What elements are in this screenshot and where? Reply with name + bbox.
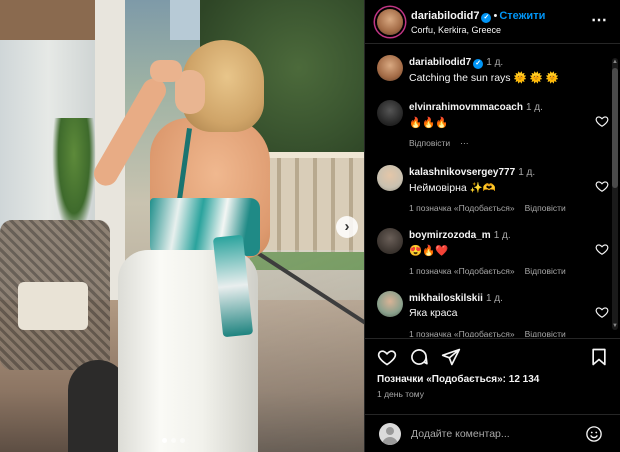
comment-username[interactable]: boymirzozoda_m (409, 230, 491, 241)
comment-heart-icon[interactable] (595, 179, 609, 193)
photo-glass-railing (248, 250, 364, 452)
comments-list[interactable]: dariabilodid7 ✓ 1 д. Catching the sun rays… (365, 45, 620, 337)
verified-icon: ✓ (473, 59, 484, 69)
carousel-dot-active (162, 438, 167, 443)
share-icon[interactable] (441, 347, 461, 367)
comment-heart-icon[interactable] (595, 305, 609, 319)
post-time[interactable]: 1 день тому (377, 389, 424, 399)
comment-text: Неймовірна ✨🫶 (409, 182, 496, 194)
comment-username[interactable]: elvinrahimovmmacoach (409, 102, 523, 113)
reply-button[interactable]: Відповісти (409, 138, 450, 148)
caption-text: Catching the sun rays 🌞 🌞 🌞 (409, 72, 559, 84)
comment-avatar[interactable] (377, 165, 403, 191)
carousel-dot (171, 438, 176, 443)
scroll-up-icon[interactable]: ▲ (612, 58, 618, 66)
reply-button[interactable]: Відповісти (525, 203, 566, 213)
post-details-panel: dariabilodid7 ✓ • Стежити Corfu, Kerkira, G… (364, 0, 620, 452)
comment-heart-icon[interactable] (595, 114, 609, 128)
comment-avatar[interactable] (377, 291, 403, 317)
comment-avatar[interactable] (377, 228, 403, 254)
comments-scrollbar[interactable]: ▲ ▼ (612, 58, 618, 330)
photo-wall-top (0, 0, 95, 40)
carousel-dots (162, 438, 185, 443)
comment-time: 1 д. (525, 102, 543, 113)
chevron-right-icon[interactable]: › (336, 216, 358, 238)
comment-text: Яка краса (409, 307, 458, 319)
comment-more-icon[interactable]: ⋯ (460, 138, 469, 148)
comment-meta: 1 позначка «Подобається» Відповісти (409, 266, 576, 276)
heart-icon[interactable] (377, 347, 397, 367)
more-icon[interactable]: ⋯ (591, 10, 607, 30)
comment-username[interactable]: kalashnikovsergey777 (409, 167, 515, 178)
comment-time: 1 д. (485, 293, 503, 304)
current-user-avatar (379, 423, 401, 445)
comment-likes[interactable]: 1 позначка «Подобається» (409, 266, 515, 276)
bookmark-icon[interactable] (589, 347, 609, 367)
carousel-dot (180, 438, 185, 443)
scroll-down-icon[interactable]: ▼ (612, 322, 618, 330)
caption-header: dariabilodid7 ✓ 1 д. (409, 57, 503, 69)
comment-time: 1 д. (493, 230, 511, 241)
comment-meta: Відповісти ⋯ (409, 138, 479, 149)
caption-avatar[interactable] (377, 55, 403, 81)
photo-cushion (18, 282, 88, 330)
post-photo[interactable]: › (0, 0, 364, 452)
post-header: dariabilodid7 ✓ • Стежити Corfu, Kerkira, G… (365, 0, 620, 44)
comment-username[interactable]: mikhailoskilskii (409, 293, 483, 304)
comment-icon[interactable] (409, 347, 429, 367)
comment-header: elvinrahimovmmacoach 1 д. (409, 102, 543, 113)
comment-likes[interactable]: 1 позначка «Подобається» (409, 329, 515, 337)
add-comment-bar (365, 414, 620, 452)
author-username[interactable]: dariabilodid7 (411, 10, 479, 22)
caption-time: 1 д. (486, 57, 504, 68)
comment-time: 1 д. (518, 167, 536, 178)
verified-icon: ✓ (481, 13, 492, 23)
comment-likes[interactable]: 1 позначка «Подобається» (409, 203, 515, 213)
photo-person-hand (150, 60, 182, 82)
comment-meta: 1 позначка «Подобається» Відповісти (409, 329, 576, 337)
comment-heart-icon[interactable] (595, 242, 609, 256)
comment-meta: 1 позначка «Подобається» Відповісти (409, 203, 576, 213)
likes-count[interactable]: Позначки «Подобається»: 12 134 (377, 374, 539, 385)
follow-button[interactable]: Стежити (499, 10, 545, 22)
emoji-icon[interactable] (585, 425, 603, 443)
comment-text: 🔥🔥🔥 (409, 117, 449, 129)
author-line: dariabilodid7 ✓ • Стежити (411, 10, 545, 23)
comment-header: kalashnikovsergey777 1 д. (409, 167, 535, 178)
comment-text: 😍🔥❤️ (409, 245, 449, 257)
separator-dot: • (493, 10, 498, 22)
add-comment-input[interactable] (411, 426, 581, 442)
scrollbar-thumb[interactable] (612, 68, 618, 188)
post-location[interactable]: Corfu, Kerkira, Greece (411, 25, 501, 35)
reply-button[interactable]: Відповісти (525, 266, 566, 276)
reply-button[interactable]: Відповісти (525, 329, 566, 337)
comment-header: mikhailoskilskii 1 д. (409, 293, 503, 304)
comment-header: boymirzozoda_m 1 д. (409, 230, 511, 241)
author-avatar[interactable] (377, 9, 403, 35)
caption-username[interactable]: dariabilodid7 (409, 57, 471, 68)
comment-avatar[interactable] (377, 100, 403, 126)
